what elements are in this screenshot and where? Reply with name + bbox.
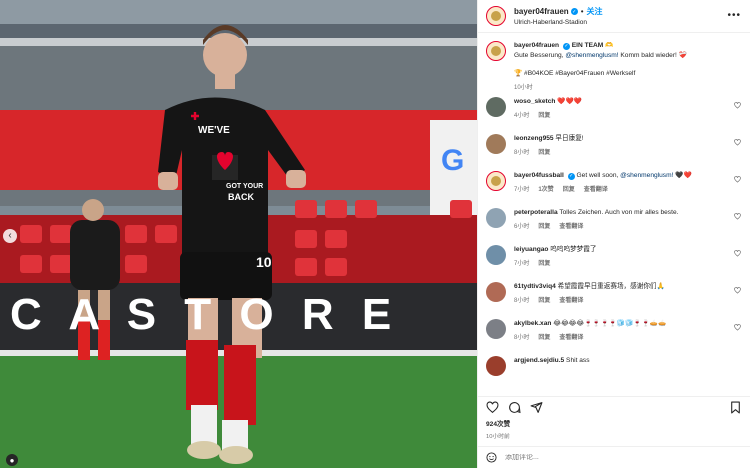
avatar[interactable] bbox=[486, 6, 506, 26]
comments-list[interactable]: bayer04frauen ✓ EIN TEAM 🫶 Gute Besserun… bbox=[478, 33, 750, 396]
avatar[interactable] bbox=[486, 97, 506, 117]
shirt-text-line-1: WE'VE bbox=[198, 125, 230, 136]
reply-button[interactable]: 回复 bbox=[563, 184, 575, 193]
caption-title: EIN TEAM 🫶 bbox=[571, 42, 614, 49]
location-link[interactable]: Ulrich-Haberland-Stadion bbox=[514, 19, 603, 26]
tagged-users-button[interactable]: ● bbox=[6, 454, 18, 466]
chevron-left-icon: ‹ bbox=[8, 230, 12, 241]
post-photo[interactable]: G C A S T O R E WE'VE GOT YOUR BACK 10 ‹… bbox=[0, 0, 477, 468]
avatar[interactable] bbox=[486, 319, 506, 339]
reply-button[interactable]: 回复 bbox=[538, 221, 550, 230]
user-icon: ● bbox=[9, 455, 15, 465]
post-caption: bayer04frauen ✓ EIN TEAM 🫶 Gute Besserun… bbox=[486, 41, 742, 91]
avatar[interactable] bbox=[486, 208, 506, 228]
shirt-text-line-2: GOT YOUR bbox=[226, 183, 264, 190]
comment-item: leiyuangao 呜呜呜梦梦霞了 7小时 回复 bbox=[486, 245, 742, 282]
post-header: bayer04frauen ✓ • 关注 Ulrich-Haberland-St… bbox=[478, 0, 750, 33]
reply-button[interactable]: 回复 bbox=[538, 110, 550, 119]
reply-button[interactable]: 回复 bbox=[538, 332, 550, 341]
like-heart-icon[interactable] bbox=[734, 250, 741, 257]
mention-link[interactable]: @shenmenglusm! bbox=[565, 52, 618, 59]
comment-item: 61tydtiv3viq4 希望霞霞早日重返赛场，感谢你们🙏 8小时 回复 查看… bbox=[486, 282, 742, 319]
translate-button[interactable]: 查看翻译 bbox=[559, 332, 583, 341]
like-heart-icon[interactable] bbox=[734, 176, 741, 183]
shirt-text-line-3: BACK bbox=[228, 192, 254, 202]
avatar[interactable] bbox=[486, 282, 506, 302]
comment-icon[interactable] bbox=[508, 401, 521, 414]
carousel-prev-button[interactable]: ‹ bbox=[3, 229, 17, 243]
like-heart-icon[interactable] bbox=[734, 213, 741, 220]
verified-badge-icon: ✓ bbox=[567, 172, 575, 180]
comment-item: woso_sketch ❤️❤️❤️ 4小时 回复 bbox=[486, 97, 742, 134]
shorts-number: 10 bbox=[256, 254, 272, 270]
post-time[interactable]: 10小时前 bbox=[478, 428, 750, 446]
comment-input[interactable] bbox=[505, 454, 705, 461]
bookmark-icon[interactable] bbox=[729, 401, 742, 414]
post-actions-bar bbox=[478, 396, 750, 418]
share-icon[interactable] bbox=[530, 401, 543, 414]
reply-button[interactable]: 回复 bbox=[538, 147, 550, 156]
like-heart-icon[interactable] bbox=[734, 324, 741, 331]
caption-hashtags[interactable]: 🏆 #B04KOE #Bayer04Frauen #Werkself bbox=[514, 69, 742, 79]
comment-item: bayer04fussball ✓ Get well soon, @shenme… bbox=[486, 171, 742, 208]
likes-count[interactable]: 924次赞 bbox=[478, 418, 750, 428]
banner-text: C A S T O R E bbox=[10, 290, 400, 339]
verified-badge-icon: ✓ bbox=[570, 8, 578, 15]
translate-button[interactable]: 查看翻译 bbox=[584, 184, 608, 193]
mention-link[interactable]: @shenmenglusm! bbox=[620, 172, 673, 179]
comment-item: leonzeng955 早日康复! 8小时 回复 bbox=[486, 134, 742, 171]
comment-item: peterpoteralla Tolles Zeichen. Auch von … bbox=[486, 208, 742, 245]
instagram-post-modal: G C A S T O R E WE'VE GOT YOUR BACK 10 ‹… bbox=[0, 0, 750, 468]
reply-button[interactable]: 回复 bbox=[538, 295, 550, 304]
follow-button[interactable]: 关注 bbox=[587, 6, 603, 17]
heart-icon[interactable] bbox=[486, 401, 499, 414]
translate-button[interactable]: 查看翻译 bbox=[559, 295, 583, 304]
emoji-icon[interactable] bbox=[486, 452, 497, 463]
caption-username[interactable]: bayer04frauen bbox=[514, 42, 559, 49]
reply-button[interactable]: 回复 bbox=[538, 258, 550, 267]
comment-item: argjend.sejdiu.5 Shit ass bbox=[486, 356, 742, 393]
comment-item: akylbek.xan 😂😂😂😂🍷🍷🍷🍷🧊🧊🍷🍷🥧🥧 8小时 回复 查看翻译 bbox=[486, 319, 742, 356]
like-heart-icon[interactable] bbox=[734, 287, 741, 294]
photo-scene: G bbox=[0, 0, 477, 468]
post-side-panel: bayer04frauen ✓ • 关注 Ulrich-Haberland-St… bbox=[477, 0, 750, 468]
header-username[interactable]: bayer04frauen bbox=[514, 7, 569, 16]
avatar[interactable] bbox=[486, 356, 506, 376]
like-heart-icon[interactable] bbox=[734, 139, 741, 146]
avatar[interactable] bbox=[486, 171, 506, 191]
like-heart-icon[interactable] bbox=[734, 102, 741, 109]
add-comment-bar bbox=[478, 446, 750, 468]
more-options-button[interactable]: ••• bbox=[727, 10, 741, 21]
svg-text:G: G bbox=[441, 144, 464, 177]
avatar[interactable] bbox=[486, 245, 506, 265]
avatar[interactable] bbox=[486, 41, 506, 61]
translate-button[interactable]: 查看翻译 bbox=[559, 221, 583, 230]
verified-badge-icon: ✓ bbox=[562, 42, 570, 50]
comment-likes[interactable]: 1次赞 bbox=[538, 184, 553, 193]
avatar[interactable] bbox=[486, 134, 506, 154]
caption-time[interactable]: 10小时 bbox=[514, 82, 533, 91]
